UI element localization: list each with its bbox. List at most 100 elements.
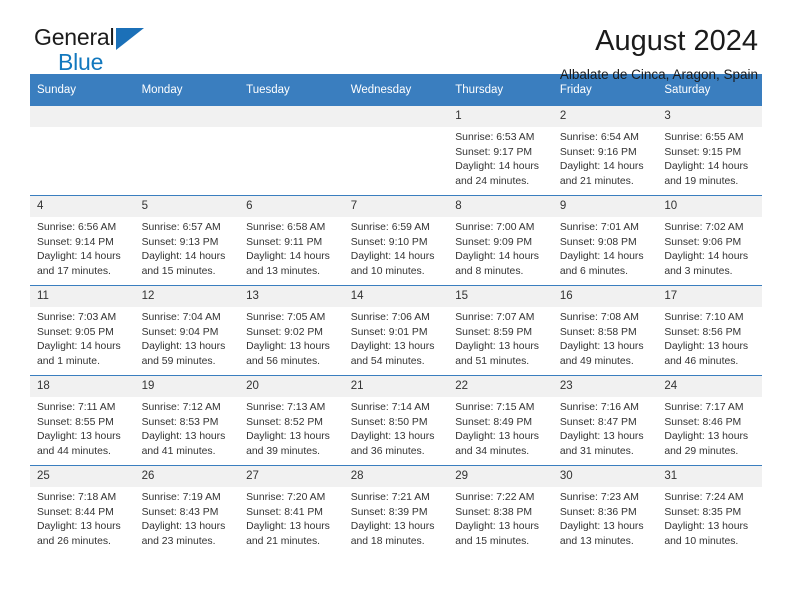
calendar-day-cell[interactable]: 29 Sunrise: 7:22 AM Sunset: 8:38 PM Dayligh… <box>448 465 553 555</box>
day-number: 7 <box>343 196 449 217</box>
day-detail-line: and 18 minutes. <box>350 535 425 547</box>
day-detail-line: Daylight: 14 hours <box>141 251 226 263</box>
day-number: 22 <box>448 376 553 397</box>
day-detail-line: Sunrise: 7:18 AM <box>37 492 117 503</box>
calendar-day-cell[interactable]: 17 Sunrise: 7:10 AM Sunset: 8:56 PM Dayligh… <box>657 285 762 376</box>
day-details: Sunrise: 6:55 AM Sunset: 9:15 PM Daylight:… <box>657 127 762 189</box>
calendar-day-cell[interactable]: 15 Sunrise: 7:07 AM Sunset: 8:59 PM Dayligh… <box>448 285 553 376</box>
day-detail-line: and 13 minutes. <box>559 535 634 547</box>
day-detail-line: Sunrise: 7:20 AM <box>246 492 326 503</box>
day-detail-line: Sunrise: 6:58 AM <box>246 222 326 233</box>
calendar-day-cell[interactable]: 2 Sunrise: 6:54 AM Sunset: 9:16 PM Daylight… <box>552 106 658 196</box>
calendar-day-cell[interactable]: 19 Sunrise: 7:12 AM Sunset: 8:53 PM Dayligh… <box>134 375 240 466</box>
day-detail-line: Sunset: 9:16 PM <box>559 146 637 158</box>
page-subtitle: Albalate de Cinca, Aragon, Spain <box>559 67 758 82</box>
day-detail-line: and 15 minutes. <box>141 265 216 277</box>
calendar-day-cell[interactable]: 12 Sunrise: 7:04 AM Sunset: 9:04 PM Dayligh… <box>134 285 240 376</box>
day-detail-line: Daylight: 13 hours <box>664 341 749 353</box>
day-details: Sunrise: 7:23 AM Sunset: 8:36 PM Daylight:… <box>553 487 658 549</box>
calendar-day-cell[interactable]: 8 Sunrise: 7:00 AM Sunset: 9:09 PM Daylight… <box>448 195 553 286</box>
day-details: Sunrise: 7:16 AM Sunset: 8:47 PM Daylight:… <box>553 397 658 459</box>
calendar-day-cell[interactable]: 1 Sunrise: 6:53 AM Sunset: 9:17 PM Daylight… <box>448 106 553 196</box>
day-details: Sunrise: 7:10 AM Sunset: 8:56 PM Daylight:… <box>657 307 762 369</box>
day-detail-line: Daylight: 13 hours <box>246 341 330 353</box>
day-detail-line: Sunrise: 6:54 AM <box>559 132 639 143</box>
day-number: 28 <box>343 466 449 487</box>
day-detail-line: and 6 minutes. <box>559 265 628 277</box>
day-detail-line: and 13 minutes. <box>246 265 321 277</box>
day-number: 19 <box>134 376 240 397</box>
calendar-day-cell[interactable]: 26 Sunrise: 7:19 AM Sunset: 8:43 PM Dayligh… <box>134 465 240 555</box>
calendar-day-cell[interactable]: 13 Sunrise: 7:05 AM Sunset: 9:02 PM Dayligh… <box>239 285 344 376</box>
day-number: 20 <box>239 376 344 397</box>
day-number <box>134 106 240 127</box>
day-details: Sunrise: 7:02 AM Sunset: 9:06 PM Daylight:… <box>657 217 762 279</box>
calendar-day-cell[interactable]: 31 Sunrise: 7:24 AM Sunset: 8:35 PM Dayligh… <box>657 465 762 555</box>
day-detail-line: Sunrise: 7:17 AM <box>664 402 744 413</box>
calendar-day-cell[interactable]: 6 Sunrise: 6:58 AM Sunset: 9:11 PM Daylight… <box>239 195 344 286</box>
calendar-day-cell[interactable]: 25 Sunrise: 7:18 AM Sunset: 8:44 PM Dayligh… <box>30 465 135 555</box>
calendar-day-cell-empty <box>343 106 449 196</box>
day-details: Sunrise: 6:57 AM Sunset: 9:13 PM Daylight:… <box>135 217 240 279</box>
calendar-day-cell[interactable]: 7 Sunrise: 6:59 AM Sunset: 9:10 PM Daylight… <box>343 195 449 286</box>
calendar-day-cell[interactable]: 14 Sunrise: 7:06 AM Sunset: 9:01 PM Dayligh… <box>343 285 449 376</box>
day-detail-line: and 21 minutes. <box>559 175 634 187</box>
calendar-day-cell[interactable]: 5 Sunrise: 6:57 AM Sunset: 9:13 PM Daylight… <box>134 195 240 286</box>
weekday-header-tuesday: Tuesday <box>239 74 344 106</box>
day-detail-line: Daylight: 14 hours <box>350 251 435 263</box>
calendar-day-cell[interactable]: 21 Sunrise: 7:14 AM Sunset: 8:50 PM Dayligh… <box>343 375 449 466</box>
day-number: 17 <box>657 286 762 307</box>
day-detail-line: Daylight: 13 hours <box>664 521 749 533</box>
day-detail-line: Daylight: 13 hours <box>37 521 121 533</box>
day-details: Sunrise: 7:17 AM Sunset: 8:46 PM Daylight:… <box>657 397 762 459</box>
day-detail-line: Sunset: 9:17 PM <box>455 146 533 158</box>
day-detail-line: Daylight: 13 hours <box>559 341 644 353</box>
day-details: Sunrise: 7:06 AM Sunset: 9:01 PM Daylight:… <box>344 307 449 369</box>
day-detail-line: Daylight: 14 hours <box>664 251 749 263</box>
calendar-day-cell[interactable]: 10 Sunrise: 7:02 AM Sunset: 9:06 PM Dayligh… <box>657 195 762 286</box>
day-detail-line: Sunset: 8:59 PM <box>455 326 533 338</box>
day-detail-line: Sunset: 8:43 PM <box>141 506 219 518</box>
calendar-day-cell[interactable]: 3 Sunrise: 6:55 AM Sunset: 9:15 PM Daylight… <box>657 106 762 196</box>
calendar-day-cell[interactable]: 30 Sunrise: 7:23 AM Sunset: 8:36 PM Dayligh… <box>552 465 658 555</box>
day-detail-line: Sunset: 8:44 PM <box>37 506 114 518</box>
calendar-day-cell[interactable]: 11 Sunrise: 7:03 AM Sunset: 9:05 PM Dayligh… <box>30 285 135 376</box>
calendar-day-cell[interactable]: 9 Sunrise: 7:01 AM Sunset: 9:08 PM Daylight… <box>552 195 658 286</box>
day-detail-line: Daylight: 13 hours <box>350 431 435 443</box>
day-detail-line: Sunset: 8:53 PM <box>141 416 219 428</box>
calendar-day-cell[interactable]: 20 Sunrise: 7:13 AM Sunset: 8:52 PM Dayligh… <box>239 375 344 466</box>
day-detail-line: Sunset: 9:04 PM <box>141 326 219 338</box>
day-number: 9 <box>552 196 658 217</box>
day-detail-line: and 24 minutes. <box>455 175 530 187</box>
day-details: Sunrise: 7:00 AM Sunset: 9:09 PM Daylight:… <box>448 217 553 279</box>
day-detail-line: Daylight: 14 hours <box>246 251 330 263</box>
calendar-day-cell[interactable]: 4 Sunrise: 6:56 AM Sunset: 9:14 PM Daylight… <box>30 195 135 286</box>
day-detail-line: Daylight: 14 hours <box>37 251 121 263</box>
day-detail-line: Sunset: 8:39 PM <box>350 506 428 518</box>
calendar-day-cell[interactable]: 16 Sunrise: 7:08 AM Sunset: 8:58 PM Dayligh… <box>552 285 658 376</box>
day-detail-line: Sunrise: 7:24 AM <box>664 492 744 503</box>
calendar-day-cell[interactable]: 27 Sunrise: 7:20 AM Sunset: 8:41 PM Dayligh… <box>239 465 344 555</box>
day-detail-line: and 44 minutes. <box>37 445 111 457</box>
day-detail-line: and 17 minutes. <box>37 265 111 277</box>
calendar-day-cell[interactable]: 22 Sunrise: 7:15 AM Sunset: 8:49 PM Dayligh… <box>448 375 553 466</box>
day-detail-line: Sunrise: 7:21 AM <box>350 492 430 503</box>
day-details: Sunrise: 7:20 AM Sunset: 8:41 PM Daylight:… <box>239 487 344 549</box>
day-number: 2 <box>552 106 658 127</box>
day-detail-line: Sunrise: 7:07 AM <box>455 312 535 323</box>
calendar-day-cell[interactable]: 23 Sunrise: 7:16 AM Sunset: 8:47 PM Dayligh… <box>552 375 658 466</box>
day-detail-line: Daylight: 13 hours <box>141 431 226 443</box>
day-detail-line: Daylight: 14 hours <box>559 251 644 263</box>
day-detail-line: Sunset: 9:05 PM <box>37 326 114 338</box>
day-detail-line: and 54 minutes. <box>350 355 425 367</box>
day-detail-line: and 34 minutes. <box>455 445 530 457</box>
calendar-day-cell[interactable]: 28 Sunrise: 7:21 AM Sunset: 8:39 PM Dayligh… <box>343 465 449 555</box>
day-detail-line: Sunset: 8:56 PM <box>664 326 742 338</box>
calendar-day-cell[interactable]: 18 Sunrise: 7:11 AM Sunset: 8:55 PM Dayligh… <box>30 375 135 466</box>
day-detail-line: Daylight: 13 hours <box>559 431 644 443</box>
day-detail-line: and 41 minutes. <box>141 445 216 457</box>
calendar-day-cell[interactable]: 24 Sunrise: 7:17 AM Sunset: 8:46 PM Dayligh… <box>657 375 762 466</box>
day-number: 14 <box>343 286 449 307</box>
day-detail-line: Sunrise: 7:01 AM <box>559 222 639 233</box>
day-detail-line: Sunrise: 7:23 AM <box>559 492 639 503</box>
